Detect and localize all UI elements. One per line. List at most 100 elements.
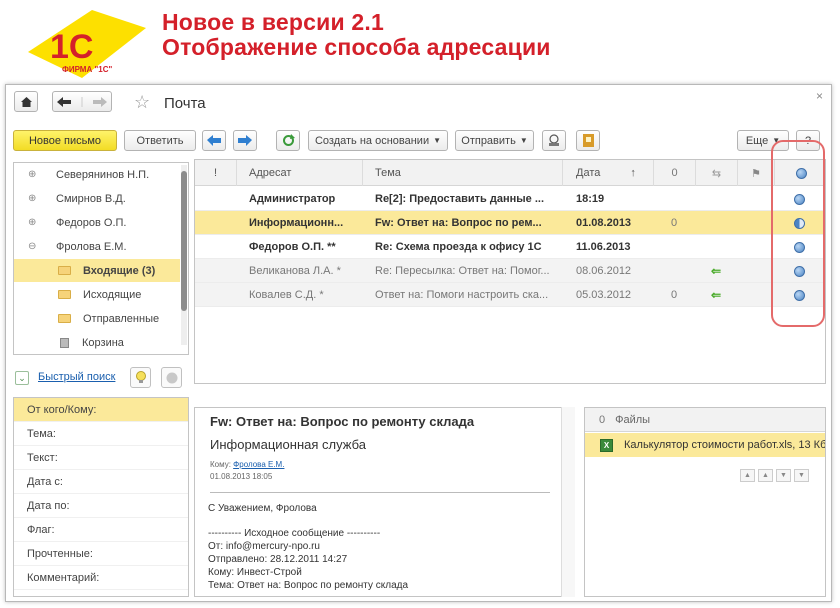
slide-title: Новое в версии 2.1: [162, 9, 384, 35]
attachment-item[interactable]: X Калькулятор стоимости работ.xls, 13 Кб: [585, 433, 826, 457]
create-based-on-dropdown[interactable]: Создать на основании ▼: [308, 130, 448, 151]
tree-item-outbox[interactable]: Исходящие: [14, 283, 180, 306]
message-subject: Re: Пересылка: Ответ на: Помог...: [375, 265, 550, 277]
tree-item-fedorov[interactable]: ⊕ Федоров О.П.: [14, 211, 180, 234]
notebook-icon: [582, 134, 594, 147]
importance-column[interactable]: !: [195, 160, 237, 186]
tree-item-sent[interactable]: Отправленные: [14, 307, 180, 330]
logo-mark: 1С: [50, 28, 93, 66]
logo-caption: ФИРМА "1С": [62, 65, 112, 74]
filter-subject[interactable]: Тема:: [14, 422, 188, 446]
preview-body-line: Отправлено: 28.12.2011 14:27: [208, 554, 348, 565]
preview-scrollbar[interactable]: [561, 407, 575, 597]
paperclip-icon: 0: [671, 289, 678, 301]
dropdown-arrow-icon: ▼: [433, 136, 442, 145]
preview-body-line: Кому: Инвест-Строй: [208, 567, 302, 578]
message-row[interactable]: Федоров О.П. ** Re: Схема проезда к офис…: [195, 235, 825, 259]
message-subject: Ответ на: Помоги настроить ска...: [375, 289, 549, 301]
home-button[interactable]: [14, 91, 38, 112]
tree-item-label: Исходящие: [83, 288, 142, 301]
message-addressee: Великанова Л.А. *: [249, 265, 341, 277]
expand-icon[interactable]: ⊕: [28, 217, 38, 228]
message-row-selected[interactable]: Информационн... Fw: Ответ на: Вопрос по …: [195, 211, 825, 235]
refresh-button[interactable]: [276, 130, 300, 151]
message-row[interactable]: Ковалев С.Д. * Ответ на: Помоги настроит…: [195, 283, 825, 307]
folder-tree: ⊕ Северянинов Н.П. ⊕ Смирнов В.Д. ⊕ Федо…: [13, 162, 189, 355]
filter-date-from[interactable]: Дата с:: [14, 470, 188, 494]
window-title: Почта: [164, 95, 206, 112]
new-mail-button[interactable]: Новое письмо: [13, 130, 117, 151]
paperclip-icon: 0: [599, 413, 606, 426]
trash-icon: [60, 337, 69, 348]
tree-item-label: Корзина: [82, 336, 124, 349]
search-filters: От кого/Кому: Тема: Текст: Дата с: Дата …: [13, 397, 189, 597]
notes-button[interactable]: [576, 130, 600, 151]
reply-status-column[interactable]: ⇆: [696, 160, 738, 186]
filter-from-to[interactable]: От кого/Кому:: [14, 398, 188, 422]
message-date: 05.03.2012: [576, 289, 632, 301]
message-date: 18:19: [576, 193, 605, 205]
apply-filter-button[interactable]: [130, 367, 151, 388]
filter-date-to[interactable]: Дата по:: [14, 494, 188, 518]
message-date: 11.06.2013: [576, 241, 631, 253]
refresh-icon: [282, 134, 295, 146]
address-book-button[interactable]: [542, 130, 566, 151]
paperclip-icon: 0: [671, 167, 678, 179]
filter-read[interactable]: Прочтенные:: [14, 542, 188, 566]
tree-scrollbar-thumb[interactable]: [181, 171, 187, 311]
forward-button[interactable]: [233, 130, 257, 151]
collapse-icon[interactable]: ⊖: [28, 241, 38, 252]
attachment-column[interactable]: 0: [654, 160, 696, 186]
message-row[interactable]: Великанова Л.А. * Re: Пересылка: Ответ н…: [195, 259, 825, 283]
preview-to-link[interactable]: Фролова Е.М.: [233, 460, 284, 469]
attachments-panel: 0 Файлы X Калькулятор стоимости работ.xl…: [584, 407, 826, 597]
addressee-column[interactable]: Адресат: [237, 160, 363, 186]
tree-item-frolova[interactable]: ⊖ Фролова Е.М.: [14, 235, 180, 258]
message-row[interactable]: Администратор Re[2]: Предоставить данные…: [195, 187, 825, 211]
mail-window: × ☆ Почта Новое письмо Ответить Создать …: [5, 84, 832, 602]
favorite-star-icon[interactable]: ☆: [134, 92, 150, 113]
preview-body-line: С Уважением, Фролова: [208, 503, 317, 514]
dropdown-arrow-icon: ▼: [519, 136, 528, 145]
preview-body-line: Тема: Ответ на: Вопрос по ремонту склада: [208, 580, 409, 591]
nav-back-forward: [52, 91, 112, 112]
tree-item-trash[interactable]: Корзина: [14, 331, 180, 354]
flag-icon: ⚑: [751, 167, 761, 180]
clear-filter-button[interactable]: [161, 367, 182, 388]
arrow-back-forward-icon[interactable]: [57, 96, 107, 107]
tree-item-label: Отправленные: [83, 312, 160, 325]
date-column[interactable]: Дата ↑: [563, 160, 654, 186]
quick-search-link[interactable]: Быстрый поиск: [38, 371, 115, 383]
message-subject: Re: Схема проезда к офису 1С: [375, 241, 542, 253]
quick-search-toggle[interactable]: ⌄: [15, 371, 29, 385]
preview-sender: Информационная служба: [210, 437, 366, 452]
attachment-name: Калькулятор стоимости работ.xls, 13 Кб: [624, 439, 826, 451]
addressing-highlight-frame: [771, 140, 825, 327]
filter-flag[interactable]: Флаг:: [14, 518, 188, 542]
tree-item-inbox[interactable]: Входящие (3): [14, 259, 180, 282]
preview-recipient: Кому: Фролова Е.М.: [210, 460, 284, 469]
reply-all-button[interactable]: [202, 130, 226, 151]
slide-subtitle: Отображение способа адресации: [162, 34, 551, 60]
expand-icon[interactable]: ⊕: [28, 193, 38, 204]
1c-logo: 1С ФИРМА "1С": [22, 6, 148, 82]
tree-item-smirnov[interactable]: ⊕ Смирнов В.Д.: [14, 187, 180, 210]
message-addressee: Информационн...: [249, 217, 344, 229]
subject-column[interactable]: Тема: [363, 160, 563, 186]
reply-all-icon: [207, 135, 221, 146]
flag-column[interactable]: ⚑: [738, 160, 775, 186]
message-list: ! Адресат Тема Дата ↑ 0 ⇆ ⚑ Администрато…: [194, 159, 826, 384]
close-icon[interactable]: ×: [816, 89, 823, 103]
preview-datetime: 01.08.2013 18:05: [210, 472, 273, 481]
filter-text[interactable]: Текст:: [14, 446, 188, 470]
preview-body-line: ---------- Исходное сообщение ----------: [208, 528, 381, 539]
sort-ascending-icon: ↑: [630, 167, 636, 179]
filter-comment[interactable]: Комментарий:: [14, 566, 188, 590]
reply-button[interactable]: Ответить: [124, 130, 196, 151]
expand-icon[interactable]: ⊕: [28, 169, 38, 180]
tree-item-severyaninov[interactable]: ⊕ Северянинов Н.П.: [14, 163, 180, 186]
send-dropdown[interactable]: Отправить ▼: [455, 130, 534, 151]
message-preview: Fw: Ответ на: Вопрос по ремонту склада И…: [194, 407, 574, 597]
preview-to-label: Кому:: [210, 460, 231, 469]
message-date: 08.06.2012: [576, 265, 632, 277]
